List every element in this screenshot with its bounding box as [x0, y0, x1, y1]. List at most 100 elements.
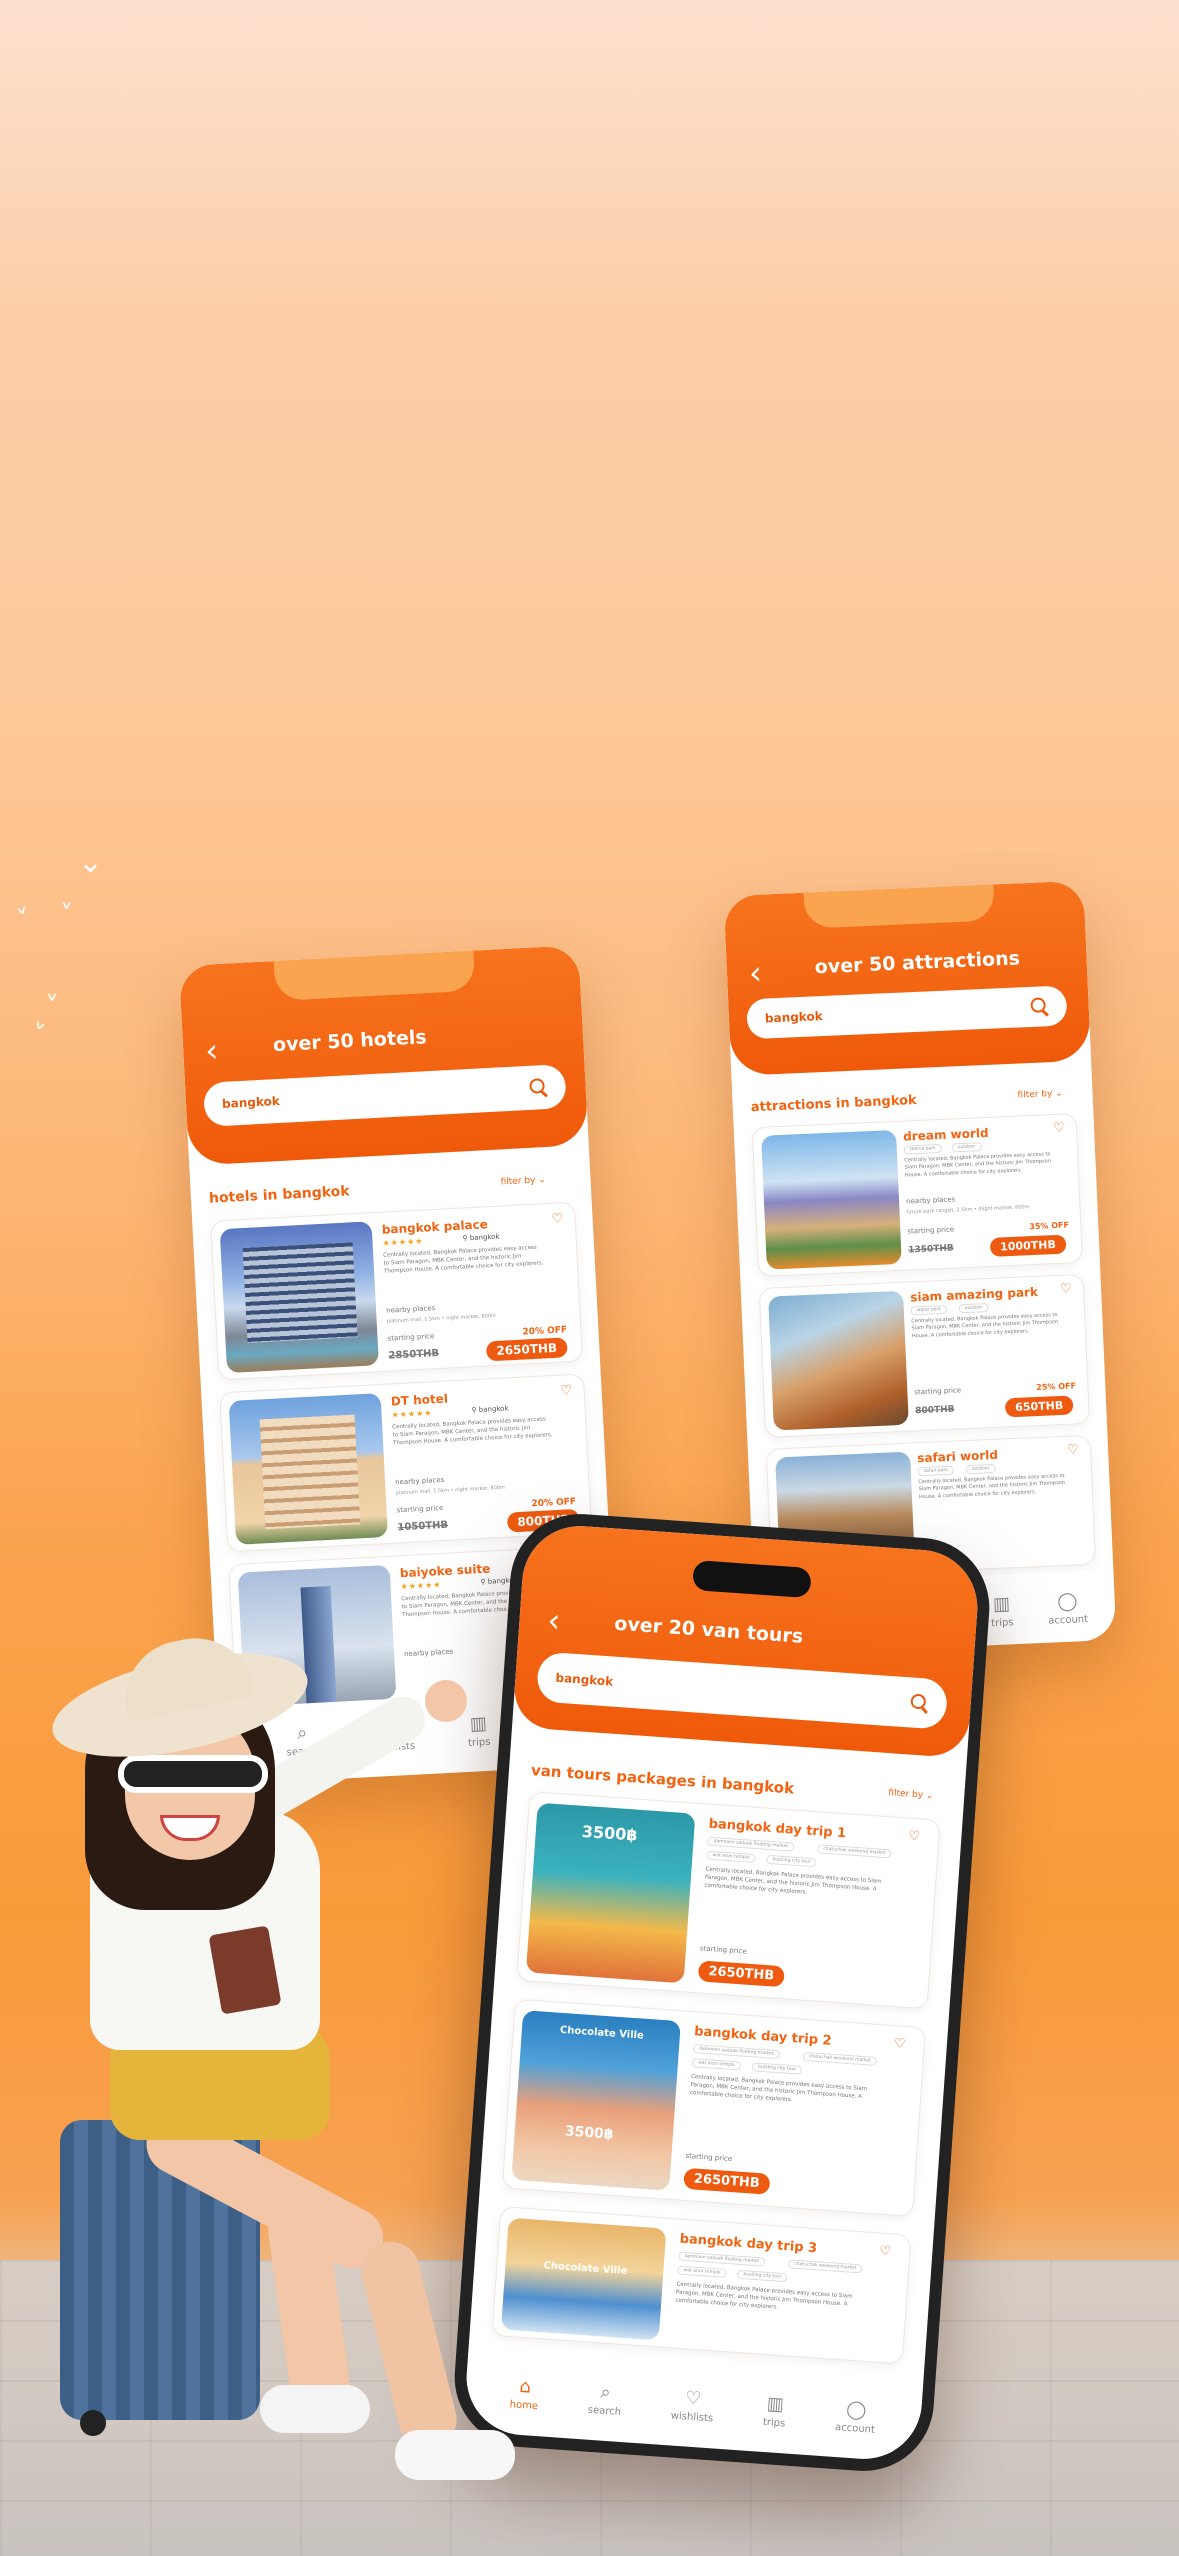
attraction-item[interactable]: siam amazing park ♡ water park outdoor C… [758, 1273, 1090, 1438]
star-rating: ★★★★★ [391, 1408, 433, 1420]
tag: water park [910, 1304, 948, 1316]
discount-label: 25% OFF [1036, 1381, 1077, 1393]
leg [355, 2236, 463, 2454]
search-icon[interactable] [1030, 997, 1049, 1016]
tab-wishlists[interactable]: ♡wishlists [670, 2387, 715, 2424]
search-icon[interactable] [910, 1693, 929, 1712]
tag: wat arun temple [677, 2265, 727, 2278]
tag: chatuchak weekend market [816, 1844, 892, 1859]
hotel-photo [228, 1393, 388, 1545]
tour-description: Centrally located, Bangkok Palace provid… [675, 2281, 853, 2311]
heart-icon[interactable]: ♡ [560, 1383, 572, 1399]
heart-icon[interactable]: ♡ [893, 2036, 906, 2052]
sneaker [395, 2430, 515, 2480]
nearby-label: nearby places [385, 1304, 436, 1315]
heart-icon[interactable]: ♡ [1060, 1281, 1072, 1296]
tag: bustling city tour [766, 1854, 817, 1868]
bird-icon: ˅ [25, 1018, 48, 1052]
starting-price-label: starting price [685, 2151, 733, 2164]
attraction-photo [768, 1290, 909, 1431]
tour-description: Centrally located, Bangkok Palace provid… [689, 2074, 868, 2104]
tour-poster: Chocolate Ville [500, 2217, 667, 2341]
search-value: bangkok [555, 1670, 614, 1689]
price-pill[interactable]: 2650THB [485, 1337, 568, 1362]
heart-icon[interactable]: ♡ [551, 1211, 563, 1227]
home-icon: ⌂ [518, 2375, 532, 2398]
filter-button[interactable]: filter by ⌄ [500, 1175, 546, 1187]
price-pill[interactable]: 650THB [1004, 1395, 1074, 1418]
van-tour-item[interactable]: Chocolate Ville 3500฿ bangkok day trip 2… [501, 1998, 927, 2217]
hotel-location: ⚲ bangkok [462, 1232, 500, 1243]
starting-price-label: starting price [914, 1386, 962, 1397]
tab-account[interactable]: ◯account [835, 2398, 877, 2436]
tag: chatuchak weekend market [787, 2259, 863, 2274]
nearby-places: platinum mall, 1.5km • night market, 800… [386, 1312, 497, 1325]
star-rating: ★★★★★ [382, 1236, 424, 1248]
attraction-photo [761, 1129, 902, 1270]
heart-icon[interactable]: ♡ [908, 1829, 921, 1845]
attraction-item[interactable]: dream world ♡ theme park outdoor Central… [751, 1113, 1083, 1278]
search-value: bangkok [221, 1093, 281, 1111]
trips-icon: ▥ [992, 1593, 1011, 1616]
tab-account[interactable]: ◯account [1047, 1590, 1088, 1626]
bird-icon: ˅ [45, 990, 59, 1023]
hotel-photo [219, 1221, 379, 1374]
tab-search[interactable]: ⌕search [587, 2382, 622, 2418]
old-price: 1350THB [908, 1243, 954, 1256]
poster-brand: Chocolate Ville [559, 2024, 645, 2042]
old-price: 800THB [915, 1404, 955, 1417]
nearby-places: platinum mall, 1.5km • night market, 800… [395, 1484, 506, 1497]
hotels-section-title: hotels in bangkok [208, 1183, 351, 1207]
hotel-description: Centrally located, Bangkok Palace provid… [383, 1244, 544, 1275]
discount-label: 20% OFF [522, 1325, 568, 1338]
tag: outdoor [951, 1142, 982, 1153]
tag: theme park [903, 1143, 943, 1155]
heart-icon[interactable]: ♡ [879, 2244, 892, 2260]
old-price: 1050THB [397, 1519, 449, 1534]
poster-price: 3500฿ [564, 2123, 615, 2143]
tag: wat arun temple [706, 1850, 756, 1864]
price-pill[interactable]: 2650THB [683, 2167, 771, 2195]
back-arrow-icon[interactable]: ‹ [748, 954, 762, 993]
nearby-label: nearby places [394, 1475, 445, 1487]
suitcase-wheel [80, 2410, 106, 2436]
tag: outdoor [965, 1463, 996, 1475]
back-arrow-icon[interactable]: ‹ [204, 1031, 219, 1070]
van-tours-screen: ‹ over 20 van tours bangkok van tours pa… [462, 1522, 982, 2463]
discount-label: 20% OFF [531, 1496, 577, 1510]
van-tour-item[interactable]: Chocolate Ville bangkok day trip 3 ♡ dam… [491, 2206, 912, 2365]
tab-trips[interactable]: ▥ trips [763, 2393, 788, 2429]
trips-icon: ▥ [766, 2393, 785, 2416]
back-arrow-icon[interactable]: ‹ [546, 1601, 561, 1640]
sneaker [260, 2385, 370, 2433]
tab-trips[interactable]: ▥ trips [990, 1593, 1014, 1629]
tag: damnoen saduak floating market [678, 2251, 766, 2267]
sunglasses [118, 1755, 268, 1793]
heart-icon[interactable]: ♡ [1053, 1121, 1065, 1136]
account-icon: ◯ [845, 2398, 868, 2422]
discount-label: 35% OFF [1029, 1220, 1070, 1232]
tag: bustling city tour [737, 2269, 788, 2283]
heart-icon[interactable]: ♡ [1067, 1442, 1079, 1457]
hotel-location: ⚲ bangkok [471, 1404, 509, 1415]
hotel-name: baiyoke suite [399, 1561, 491, 1581]
filter-button[interactable]: filter by ⌄ [888, 1788, 934, 1801]
attraction-description: Centrally located, Bangkok Palace provid… [918, 1472, 1066, 1500]
van-tour-item[interactable]: 3500฿ bangkok day trip 1 ♡ damnoen sadua… [516, 1791, 941, 2010]
price-pill[interactable]: 2650THB [697, 1960, 785, 1988]
poster-brand: Chocolate Ville [543, 2260, 628, 2278]
attraction-name: siam amazing park [909, 1284, 1039, 1305]
attraction-name: safari world [916, 1447, 999, 1466]
tag: damnoen saduak floating market [707, 1836, 795, 1852]
search-icon[interactable] [529, 1078, 548, 1097]
attraction-description: Centrally located, Bangkok Palace provid… [904, 1151, 1052, 1179]
filter-button[interactable]: filter by ⌄ [1017, 1089, 1063, 1101]
price-pill[interactable]: 1000THB [989, 1234, 1067, 1257]
van-section-title: van tours packages in bangkok [530, 1761, 795, 1798]
hotel-item[interactable]: bangkok palace ♡ ★★★★★ ⚲ bangkok Central… [210, 1201, 584, 1381]
starting-price-label: starting price [387, 1332, 435, 1343]
hotel-name: DT hotel [390, 1391, 449, 1409]
tour-poster: Chocolate Ville 3500฿ [511, 2010, 681, 2191]
attraction-description: Centrally located, Bangkok Palace provid… [911, 1312, 1059, 1339]
bird-icon: ˅ [14, 903, 35, 937]
